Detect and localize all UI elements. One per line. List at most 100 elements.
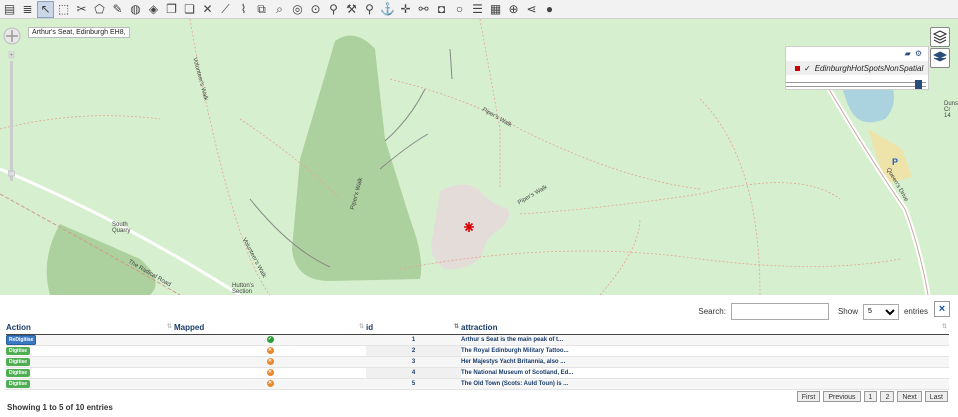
- id-cell: 3: [366, 356, 461, 368]
- zoom-feature-icon[interactable]: ⌕: [271, 1, 288, 18]
- column-header-action[interactable]: Action ⇅: [6, 321, 174, 335]
- wrench-icon[interactable]: ⚒: [343, 1, 360, 18]
- search-input[interactable]: [730, 303, 829, 320]
- pager-first-button[interactable]: First: [796, 391, 821, 402]
- pager-1-button[interactable]: 1: [863, 391, 878, 402]
- layer-opacity-slider[interactable]: [786, 80, 926, 89]
- list-icon[interactable]: ☰: [469, 1, 486, 18]
- copy-stack-icon[interactable]: ❏: [181, 1, 198, 18]
- circle-icon[interactable]: ○: [451, 1, 468, 18]
- table-row[interactable]: Digitise ✕ 2 The Royal Edinburgh Military T…: [6, 345, 949, 357]
- attribute-table: Action ⇅ Mapped ⇅ id ⇅ attraction ⇅ ReDigiti…: [6, 321, 949, 390]
- layer-panel-tools: ▰ ⚙: [786, 47, 928, 61]
- layer-checkbox[interactable]: ✓: [804, 64, 811, 73]
- hotspot-marker-icon[interactable]: [464, 222, 474, 232]
- table-controls: Search: Show 5 entries: [698, 303, 928, 320]
- mapped-cell: ✕: [174, 345, 366, 357]
- layer-switcher-button[interactable]: [930, 27, 950, 47]
- attraction-cell: Arthur s Seat is the main peak of t...: [461, 334, 949, 346]
- layer-panel: ▰ ⚙ ✓ EdinburghHotSpotsNonSpatial: [785, 46, 929, 90]
- column-header-mapped[interactable]: Mapped ⇅: [174, 321, 366, 335]
- column-header-id[interactable]: id ⇅: [366, 321, 461, 335]
- folder-icon[interactable]: ▰: [905, 49, 911, 59]
- attribute-table-panel: Search: Show 5 entries × Action ⇅ Mapped ⇅…: [0, 295, 958, 417]
- shape-icon[interactable]: ◈: [145, 1, 162, 18]
- table-row[interactable]: Digitise ✕ 4 The National Museum of Scotlan…: [6, 367, 949, 379]
- chat-pin-icon[interactable]: ●: [541, 1, 558, 18]
- search-label: Search:: [698, 307, 726, 316]
- digitise-button[interactable]: Digitise: [6, 357, 31, 366]
- digitise-button[interactable]: Digitise: [6, 346, 31, 355]
- digitise-button[interactable]: Digitise: [6, 379, 31, 388]
- sort-icon: ⇅: [358, 324, 364, 330]
- layers-icon[interactable]: ▤: [1, 1, 18, 18]
- zoom-slider[interactable]: +: [8, 51, 15, 191]
- map-label-south-quarry: South Quarry: [112, 222, 131, 234]
- mapped-cell: ✓: [174, 334, 366, 346]
- mapped-cell: ✕: [174, 378, 366, 390]
- mapped-cell: ✕: [174, 367, 366, 379]
- target-icon[interactable]: ◎: [289, 1, 306, 18]
- link-icon[interactable]: ⚯: [415, 1, 432, 18]
- anchor-icon[interactable]: ⚓: [379, 1, 396, 18]
- polygon-edit-icon[interactable]: ✎: [109, 1, 126, 18]
- polygon-icon[interactable]: ⬠: [91, 1, 108, 18]
- share-icon[interactable]: ⋖: [523, 1, 540, 18]
- split-icon[interactable]: ✂: [73, 1, 90, 18]
- stack-icon[interactable]: ≣: [19, 1, 36, 18]
- layer-color-swatch: [795, 65, 800, 71]
- show-label: Show: [837, 307, 858, 316]
- table-row[interactable]: Digitise ✕ 3 Her Majestys Yacht Britannia, …: [6, 356, 949, 368]
- map-label-duns: Duns Cr 14: [944, 101, 958, 119]
- globe-grid-icon[interactable]: ⊕: [505, 1, 522, 18]
- pan-control-icon[interactable]: [3, 27, 21, 45]
- search-icon[interactable]: ⚲: [361, 1, 378, 18]
- action-cell: Digitise: [6, 378, 174, 390]
- table-row[interactable]: Digitise ✕ 5 The Old Town (Scots: Auld Toun…: [6, 378, 949, 390]
- action-cell: Digitise: [6, 345, 174, 357]
- crosshair-icon[interactable]: ✛: [397, 1, 414, 18]
- select-arrow-icon[interactable]: ↖: [37, 0, 54, 18]
- attraction-cell: The Old Town (Scots: Auld Toun) is ...: [461, 378, 949, 390]
- layer-name: EdinburghHotSpotsNonSpatial: [814, 63, 924, 73]
- pager-next-button[interactable]: Next: [897, 391, 922, 402]
- select-box-icon[interactable]: ⬚: [55, 1, 72, 18]
- pagination: First Previous 1 2 Next Last: [796, 391, 948, 402]
- delete-icon[interactable]: ✕: [199, 1, 216, 18]
- sort-icon: ⇅: [941, 324, 947, 330]
- merge-icon[interactable]: ⧉: [253, 1, 270, 18]
- camera-icon[interactable]: ◘: [433, 1, 450, 18]
- table-icon[interactable]: ▦: [487, 1, 504, 18]
- copy-icon[interactable]: ❐: [163, 1, 180, 18]
- sort-icon: ⇅: [166, 324, 172, 330]
- ruler-icon[interactable]: ⟋: [217, 1, 234, 18]
- settings-icon[interactable]: ⚙: [915, 49, 922, 59]
- id-cell: 2: [366, 345, 461, 357]
- map-view[interactable]: Arthur's Seat, Edinburgh EH8, + Voluntee…: [0, 19, 958, 295]
- table-row[interactable]: ReDigitise ✓ 1 Arthur s Seat is the main pe…: [6, 334, 949, 346]
- layer-row[interactable]: ✓ EdinburghHotSpotsNonSpatial: [786, 61, 928, 75]
- layer-manager-button[interactable]: [930, 48, 950, 68]
- column-header-attraction[interactable]: attraction ⇅: [461, 321, 949, 335]
- id-cell: 1: [366, 334, 461, 346]
- x-circle-icon: ✕: [266, 380, 274, 387]
- redigitise-button[interactable]: ReDigitise: [6, 334, 37, 345]
- pager-last-button[interactable]: Last: [924, 391, 948, 402]
- entries-select[interactable]: 5: [862, 303, 899, 320]
- circle-dot-icon[interactable]: ⊙: [307, 1, 324, 18]
- close-button[interactable]: ×: [934, 301, 950, 317]
- pager-2-button[interactable]: 2: [880, 391, 895, 402]
- attraction-cell: Her Majestys Yacht Britannia, also ...: [461, 356, 949, 368]
- slider-handle[interactable]: [915, 80, 922, 89]
- pin-icon[interactable]: ⚲: [325, 1, 342, 18]
- column-header-label: id: [366, 322, 374, 332]
- digitise-button[interactable]: Digitise: [6, 368, 31, 377]
- pager-previous-button[interactable]: Previous: [823, 391, 861, 402]
- map-label-huttons-section: Hutton's Section: [232, 283, 254, 295]
- attraction-cell: The Royal Edinburgh Military Tattoo...: [461, 345, 949, 357]
- table-info: Showing 1 to 5 of 10 entries: [7, 403, 113, 412]
- toolbar: ▤ ≣ ↖ ⬚ ✂ ⬠ ✎ ◍ ◈ ❐ ❏ ✕ ⟋ ⌇ ⧉ ⌕ ◎ ⊙ ⚲ ⚒ ⚲ ⚓ ✛ ⚯ ◘ ○ ☰ ▦ ⊕ ⋖ ●: [0, 0, 958, 19]
- globe-icon[interactable]: ◍: [127, 1, 144, 18]
- cut-icon[interactable]: ⌇: [235, 1, 252, 18]
- sort-icon: ⇅: [453, 324, 459, 330]
